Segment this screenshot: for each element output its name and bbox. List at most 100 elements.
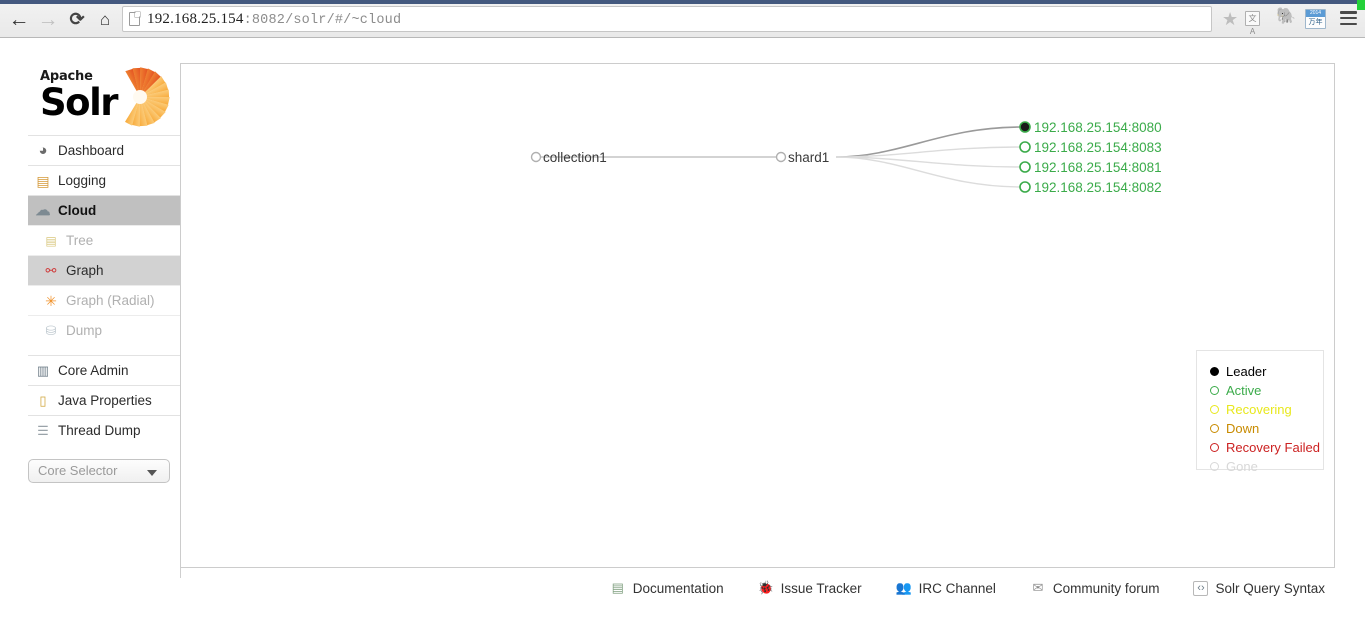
node-circle xyxy=(1019,181,1031,193)
legend-row-gone: Gone xyxy=(1210,457,1323,476)
node-label: 192.168.25.154:8082 xyxy=(1034,180,1162,195)
node-label: collection1 xyxy=(543,150,607,165)
legend-row-down: Down xyxy=(1210,419,1323,438)
graph-node-192-168-25-154-8083[interactable]: 192.168.25.154:8083 xyxy=(1019,140,1162,155)
sidebar-item-label: Java Properties xyxy=(58,393,152,408)
sidebar-item-logging[interactable]: ▤ Logging xyxy=(28,165,180,195)
graph-node-192-168-25-154-8080[interactable]: 192.168.25.154:8080 xyxy=(1019,120,1162,135)
footer-link-label: Documentation xyxy=(632,580,724,596)
node-circle-leader xyxy=(1019,121,1031,133)
core-selector-label: Core Selector xyxy=(38,463,118,478)
legend-label: Leader xyxy=(1226,364,1267,379)
sidebar: Apache Solr ◕ Dashboard ▤ Logging ☁ Clou… xyxy=(28,63,180,483)
legend-label: Down xyxy=(1226,421,1260,436)
sidebar-item-dashboard[interactable]: ◕ Dashboard xyxy=(28,135,180,165)
graph-node-192-168-25-154-8082[interactable]: 192.168.25.154:8082 xyxy=(1019,180,1162,195)
sidebar-item-label: Dashboard xyxy=(58,143,125,158)
bug-icon: 🐞 xyxy=(757,580,774,595)
node-label: 192.168.25.154:8080 xyxy=(1034,120,1162,135)
sidebar-item-label: Core Admin xyxy=(58,363,129,378)
sidebar-item-label: Graph (Radial) xyxy=(66,293,155,308)
forward-button[interactable]: → xyxy=(35,7,61,31)
legend-row-leader: Leader xyxy=(1210,362,1323,381)
sidebar-item-cloud[interactable]: ☁ Cloud xyxy=(28,195,180,225)
graph-node-shard1[interactable]: shard1 xyxy=(775,150,830,165)
node-circle xyxy=(1019,141,1031,153)
calendar-extension-icon[interactable]: 2014 万年历 xyxy=(1305,9,1326,29)
footer-link-label: Issue Tracker xyxy=(780,580,862,596)
sidebar-item-thread-dump[interactable]: ☰ Thread Dump xyxy=(28,415,180,445)
chevron-down-icon xyxy=(147,470,157,476)
sidebar-item-label: Graph xyxy=(66,263,104,278)
envelope-icon: ✉ xyxy=(1032,580,1044,595)
graph-node-192-168-25-154-8081[interactable]: 192.168.25.154:8081 xyxy=(1019,160,1162,175)
browser-menu-icon[interactable] xyxy=(1340,11,1357,26)
core-admin-icon: ▥ xyxy=(36,362,50,378)
solr-logo[interactable]: Apache Solr xyxy=(28,63,180,135)
footer-links: ▤ Documentation 🐞 Issue Tracker 👥 IRC Ch… xyxy=(180,572,1335,604)
core-selector-dropdown[interactable]: Core Selector xyxy=(28,459,170,483)
solr-admin-page: Apache Solr ◕ Dashboard ▤ Logging ☁ Clou… xyxy=(0,38,1365,632)
url-path: :8082/solr/#/~cloud xyxy=(243,12,402,28)
browser-toolbar: ← → ⟳ ⌂ 192.168.25.154:8082/solr/#/~clou… xyxy=(0,0,1365,38)
sidebar-item-label: Dump xyxy=(66,323,103,338)
node-label: 192.168.25.154:8083 xyxy=(1034,140,1162,155)
log-icon: ▤ xyxy=(36,172,50,189)
footer-link-issue-tracker[interactable]: 🐞 Issue Tracker xyxy=(758,580,862,596)
footer-link-irc-channel[interactable]: 👥 IRC Channel xyxy=(896,580,996,596)
down-status-icon xyxy=(1210,424,1219,433)
node-circle xyxy=(530,151,542,163)
cloud-graph-svg[interactable]: collection1 shard1 192.168.25.154:8080 1… xyxy=(181,64,1334,567)
recovery-failed-status-icon xyxy=(1210,443,1219,452)
sidebar-nav-secondary: ▥ Core Admin ▯ Java Properties ☰ Thread … xyxy=(28,355,180,445)
legend-label: Gone xyxy=(1226,459,1258,474)
footer-link-community-forum[interactable]: ✉ Community forum xyxy=(1030,580,1160,596)
sidebar-item-graph[interactable]: ⚯ Graph xyxy=(28,255,180,285)
calendar-icon-header: 2014 xyxy=(1306,10,1325,17)
node-circle xyxy=(1019,161,1031,173)
home-button[interactable]: ⌂ xyxy=(92,7,118,31)
gone-status-icon xyxy=(1210,462,1219,471)
bookmark-star-icon[interactable]: ★ xyxy=(1222,10,1238,28)
sidebar-item-graph-radial[interactable]: ✳ Graph (Radial) xyxy=(28,285,180,315)
node-label: 192.168.25.154:8081 xyxy=(1034,160,1162,175)
sidebar-item-tree[interactable]: ▤ Tree xyxy=(28,225,180,255)
url-host: 192.168.25.154 xyxy=(147,10,244,27)
calendar-icon-body: 万年历 xyxy=(1308,19,1323,26)
java-props-icon: ▯ xyxy=(39,392,47,408)
address-bar[interactable]: 192.168.25.154:8082/solr/#/~cloud xyxy=(122,6,1212,32)
reload-button[interactable]: ⟳ xyxy=(64,7,90,31)
graph-node-collection1[interactable]: collection1 xyxy=(530,150,607,165)
sidebar-item-core-admin[interactable]: ▥ Core Admin xyxy=(28,355,180,385)
graph-icon: ⚯ xyxy=(45,262,57,278)
solr-sunburst-icon xyxy=(125,67,170,127)
footer-link-label: Community forum xyxy=(1052,580,1160,596)
footer-link-label: IRC Channel xyxy=(918,580,996,596)
document-icon: ▤ xyxy=(611,580,624,595)
recovering-status-icon xyxy=(1210,405,1219,414)
legend-label: Active xyxy=(1226,383,1262,398)
cloud-icon: ☁ xyxy=(35,201,51,219)
node-label: shard1 xyxy=(788,150,829,165)
sidebar-item-label: Logging xyxy=(58,173,107,188)
sidebar-item-label: Cloud xyxy=(58,203,97,218)
sidebar-item-label: Thread Dump xyxy=(58,423,141,438)
edge-shard1-n8082 xyxy=(835,156,1022,188)
legend-row-recovering: Recovering xyxy=(1210,400,1323,419)
translate-icon[interactable]: 文A xyxy=(1245,11,1260,36)
tree-icon: ▤ xyxy=(45,233,57,248)
radial-icon: ✳ xyxy=(45,292,57,309)
dump-icon: ⛁ xyxy=(45,322,57,338)
sidebar-item-java-properties[interactable]: ▯ Java Properties xyxy=(28,385,180,415)
back-button[interactable]: ← xyxy=(6,7,32,31)
footer-link-documentation[interactable]: ▤ Documentation xyxy=(610,580,724,596)
thread-dump-icon: ☰ xyxy=(37,422,49,438)
window-corner-indicator xyxy=(1357,0,1365,10)
sidebar-item-dump[interactable]: ⛁ Dump xyxy=(28,315,180,345)
evernote-extension-icon[interactable]: 🐘 xyxy=(1276,9,1296,25)
people-icon: 👥 xyxy=(895,580,912,595)
page-document-icon xyxy=(129,12,140,26)
footer-link-solr-query-syntax[interactable]: ‹› Solr Query Syntax xyxy=(1193,580,1325,596)
sidebar-item-label: Tree xyxy=(66,233,94,248)
